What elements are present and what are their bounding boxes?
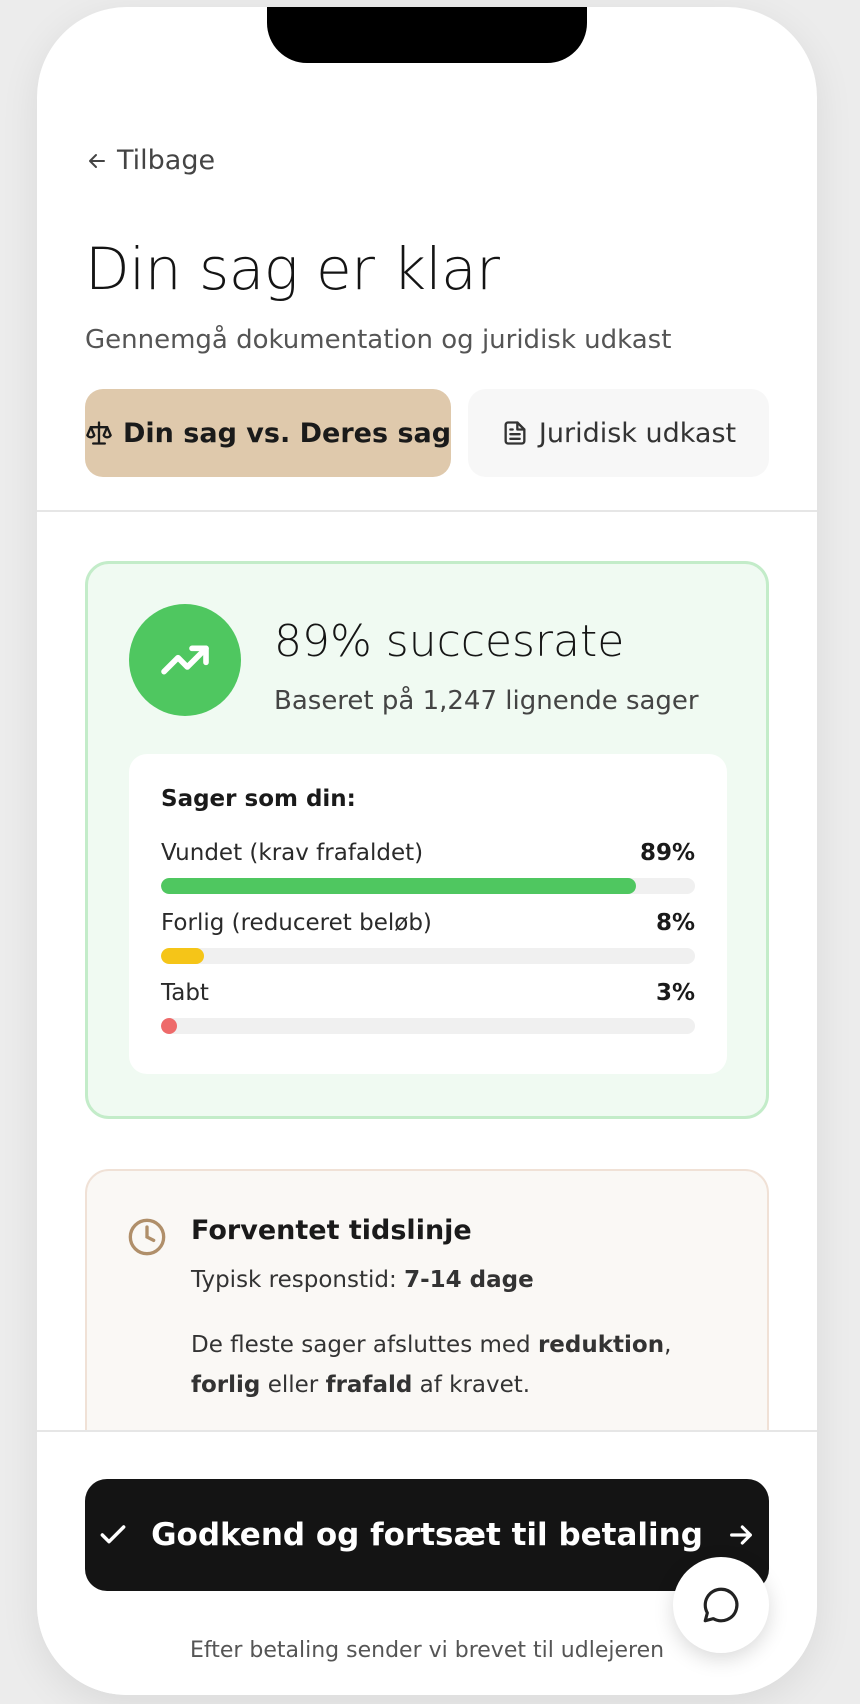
scale-icon (86, 421, 112, 445)
tab-bar: Din sag vs. Deres sag Juridisk udkast (85, 389, 769, 477)
text: eller (260, 1372, 326, 1398)
stat-progress-bar (161, 1018, 695, 1034)
device-notch (267, 7, 587, 63)
success-badge (129, 604, 241, 716)
arrow-right-icon (729, 1525, 752, 1545)
text: , (664, 1332, 672, 1358)
outcome-stats-panel: Sager som din: Vundet (krav frafaldet) 89… (129, 754, 727, 1074)
response-value: 7-14 dage (404, 1267, 534, 1293)
phone-screen: Tilbage Din sag er klar Gennemgå dokumen… (37, 7, 817, 1695)
tab-case-comparison[interactable]: Din sag vs. Deres sag (85, 389, 452, 477)
page-subtitle: Gennemgå dokumentation og juridisk udkas… (85, 325, 672, 355)
tab-label: Juridisk udkast (538, 417, 737, 449)
text: af kravet. (412, 1372, 531, 1398)
tab-label: Din sag vs. Deres sag (123, 417, 452, 449)
stat-progress-fill (161, 1018, 178, 1034)
stat-percent: 3% (655, 980, 695, 1006)
chat-bubble-icon (703, 1587, 739, 1623)
stat-progress-bar (161, 948, 695, 964)
stat-label: Tabt (161, 980, 209, 1006)
text: De fleste sager afsluttes med (191, 1332, 538, 1358)
timeline-description: De fleste sager afsluttes med reduktion,… (191, 1325, 731, 1405)
stat-list: Vundet (krav frafaldet) 89% Forlig (reduce… (161, 840, 695, 1034)
response-time: Typisk responstid: 7-14 dage (191, 1267, 534, 1293)
stat-progress-bar (161, 878, 695, 894)
stat-row: Vundet (krav frafaldet) 89% (161, 840, 695, 866)
tab-legal-draft[interactable]: Juridisk udkast (468, 389, 769, 477)
stat-label: Vundet (krav frafaldet) (161, 840, 424, 866)
trending-up-icon (161, 645, 209, 675)
divider (37, 510, 817, 512)
checkmark-icon (100, 1525, 126, 1544)
text-bold: reduktion (537, 1332, 665, 1358)
timeline-title: Forventet tidslinje (191, 1215, 472, 1246)
stat-row: Tabt 3% (161, 980, 695, 1006)
response-prefix: Typisk responstid: (191, 1267, 405, 1293)
success-rate-card: 89% succesrate Baseret på 1,247 lignende… (85, 561, 769, 1119)
stat-label: Forlig (reduceret beløb) (161, 910, 432, 936)
stat-progress-fill (161, 878, 637, 894)
arrow-left-icon (89, 153, 105, 168)
success-rate-title: 89% succesrate (274, 616, 625, 667)
stat-progress-fill (161, 948, 204, 964)
text-bold: forlig (191, 1372, 261, 1398)
success-rate-subtitle: Baseret på 1,247 lignende sager (274, 686, 699, 716)
back-button[interactable]: Tilbage (85, 145, 215, 176)
approve-and-pay-button[interactable]: Godkend og fortsæt til betaling (85, 1479, 769, 1591)
document-icon (504, 421, 526, 445)
stat-row: Forlig (reduceret beløb) 8% (161, 910, 695, 936)
stats-heading: Sager som din: (161, 786, 356, 812)
text-bold: frafald (325, 1372, 413, 1398)
page-title: Din sag er klar (85, 235, 500, 303)
back-label: Tilbage (117, 145, 216, 176)
stat-percent: 8% (655, 910, 695, 936)
clock-icon (128, 1218, 166, 1256)
stat-percent: 89% (639, 840, 695, 866)
chat-button[interactable] (673, 1557, 769, 1653)
cta-label: Godkend og fortsæt til betaling (151, 1517, 703, 1553)
